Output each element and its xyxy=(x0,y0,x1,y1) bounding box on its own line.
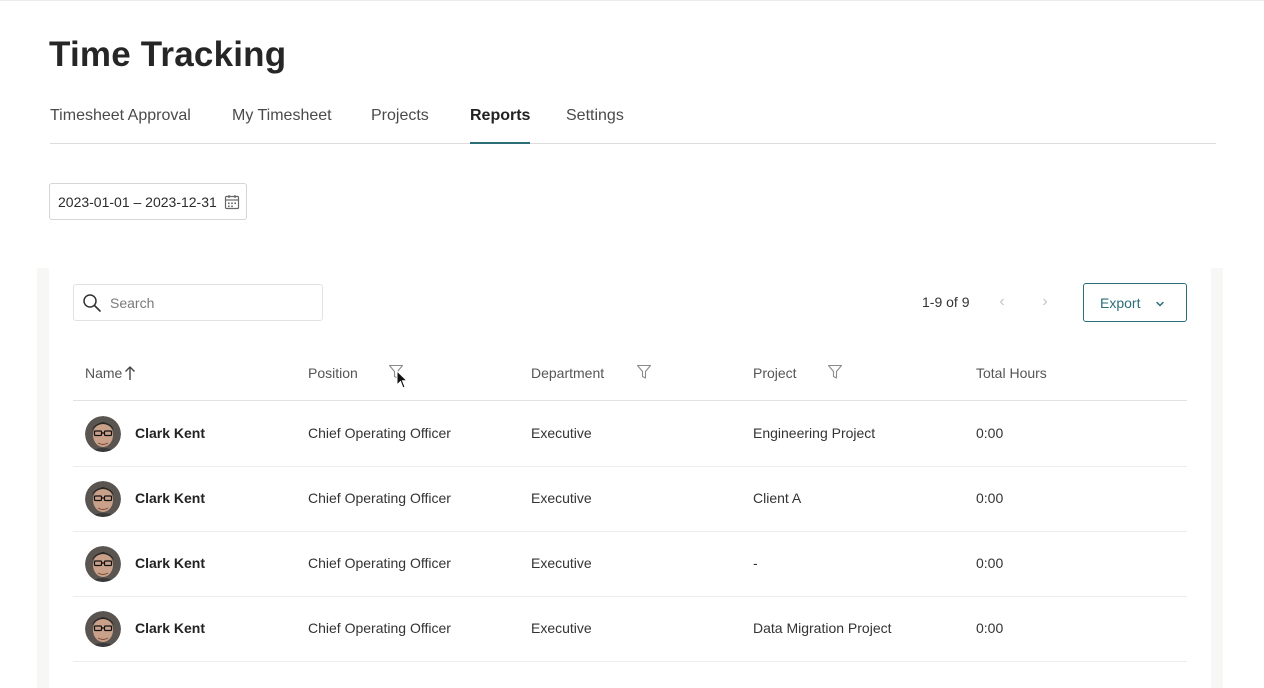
tab-projects[interactable]: Projects xyxy=(371,100,429,143)
mouse-cursor-icon xyxy=(396,370,408,389)
pagination-count: 1-9 of 9 xyxy=(922,294,970,310)
column-header-department[interactable]: Department xyxy=(531,365,604,381)
table-row[interactable]: Clark Kent Chief Operating Officer Execu… xyxy=(73,596,1187,662)
calendar-icon[interactable] xyxy=(224,194,240,210)
employee-position: Chief Operating Officer xyxy=(308,490,451,506)
tab-reports[interactable]: Reports xyxy=(470,100,531,144)
employee-name: Clark Kent xyxy=(135,620,206,636)
chevron-left-icon[interactable]: ‹ xyxy=(995,294,1009,310)
employee-position: Chief Operating Officer xyxy=(308,425,451,441)
table-row[interactable]: Clark Kent Chief Operating Officer Execu… xyxy=(73,401,1187,467)
tab-my-timesheet[interactable]: My Timesheet xyxy=(232,100,332,143)
employee-project: Engineering Project xyxy=(753,425,876,441)
top-divider xyxy=(0,0,1264,1)
employee-name: Clark Kent xyxy=(135,490,206,506)
avatar xyxy=(85,546,121,582)
date-range-picker[interactable]: 2023-01-01 – 2023-12-31 xyxy=(49,183,247,220)
search-box[interactable] xyxy=(73,284,323,321)
employee-department: Executive xyxy=(531,425,592,441)
employee-project: Client A xyxy=(753,490,802,506)
date-range-value: 2023-01-01 – 2023-12-31 xyxy=(58,194,217,210)
tab-timesheet-approval[interactable]: Timesheet Approval xyxy=(50,100,191,143)
column-header-name[interactable]: Name xyxy=(85,365,122,381)
column-header-project[interactable]: Project xyxy=(753,365,797,381)
table-row[interactable]: Clark Kent Chief Operating Officer Execu… xyxy=(73,531,1187,597)
avatar xyxy=(85,416,121,452)
avatar xyxy=(85,611,121,647)
page-title: Time Tracking xyxy=(49,35,287,74)
employee-total-hours: 0:00 xyxy=(976,555,1004,571)
table-row[interactable]: Clark Kent Chief Operating Officer Execu… xyxy=(73,466,1187,532)
table-header: Name Position Department Project Total H… xyxy=(73,355,1187,401)
export-button[interactable]: Export xyxy=(1083,283,1187,322)
column-header-position[interactable]: Position xyxy=(308,365,358,381)
employee-department: Executive xyxy=(531,490,592,506)
employee-name: Clark Kent xyxy=(135,555,206,571)
employee-project: Data Migration Project xyxy=(753,620,892,636)
employee-name: Clark Kent xyxy=(135,425,206,441)
employee-position: Chief Operating Officer xyxy=(308,620,451,636)
employee-project: - xyxy=(753,555,758,571)
tab-bar: Timesheet Approval My Timesheet Projects… xyxy=(50,100,1216,144)
filter-icon[interactable] xyxy=(636,364,652,380)
tab-settings[interactable]: Settings xyxy=(566,100,624,143)
search-input[interactable] xyxy=(110,293,310,313)
chevron-right-icon[interactable]: › xyxy=(1038,294,1052,310)
filter-icon[interactable] xyxy=(827,364,843,380)
employee-department: Executive xyxy=(531,555,592,571)
sort-ascending-icon[interactable] xyxy=(123,365,137,381)
employee-position: Chief Operating Officer xyxy=(308,555,451,571)
employee-total-hours: 0:00 xyxy=(976,620,1004,636)
employee-total-hours: 0:00 xyxy=(976,425,1004,441)
column-header-total-hours[interactable]: Total Hours xyxy=(976,365,1047,381)
chevron-down-icon xyxy=(1156,301,1164,307)
employee-department: Executive xyxy=(531,620,592,636)
avatar xyxy=(85,481,121,517)
employee-total-hours: 0:00 xyxy=(976,490,1004,506)
export-label: Export xyxy=(1100,295,1141,311)
search-icon xyxy=(83,294,101,312)
